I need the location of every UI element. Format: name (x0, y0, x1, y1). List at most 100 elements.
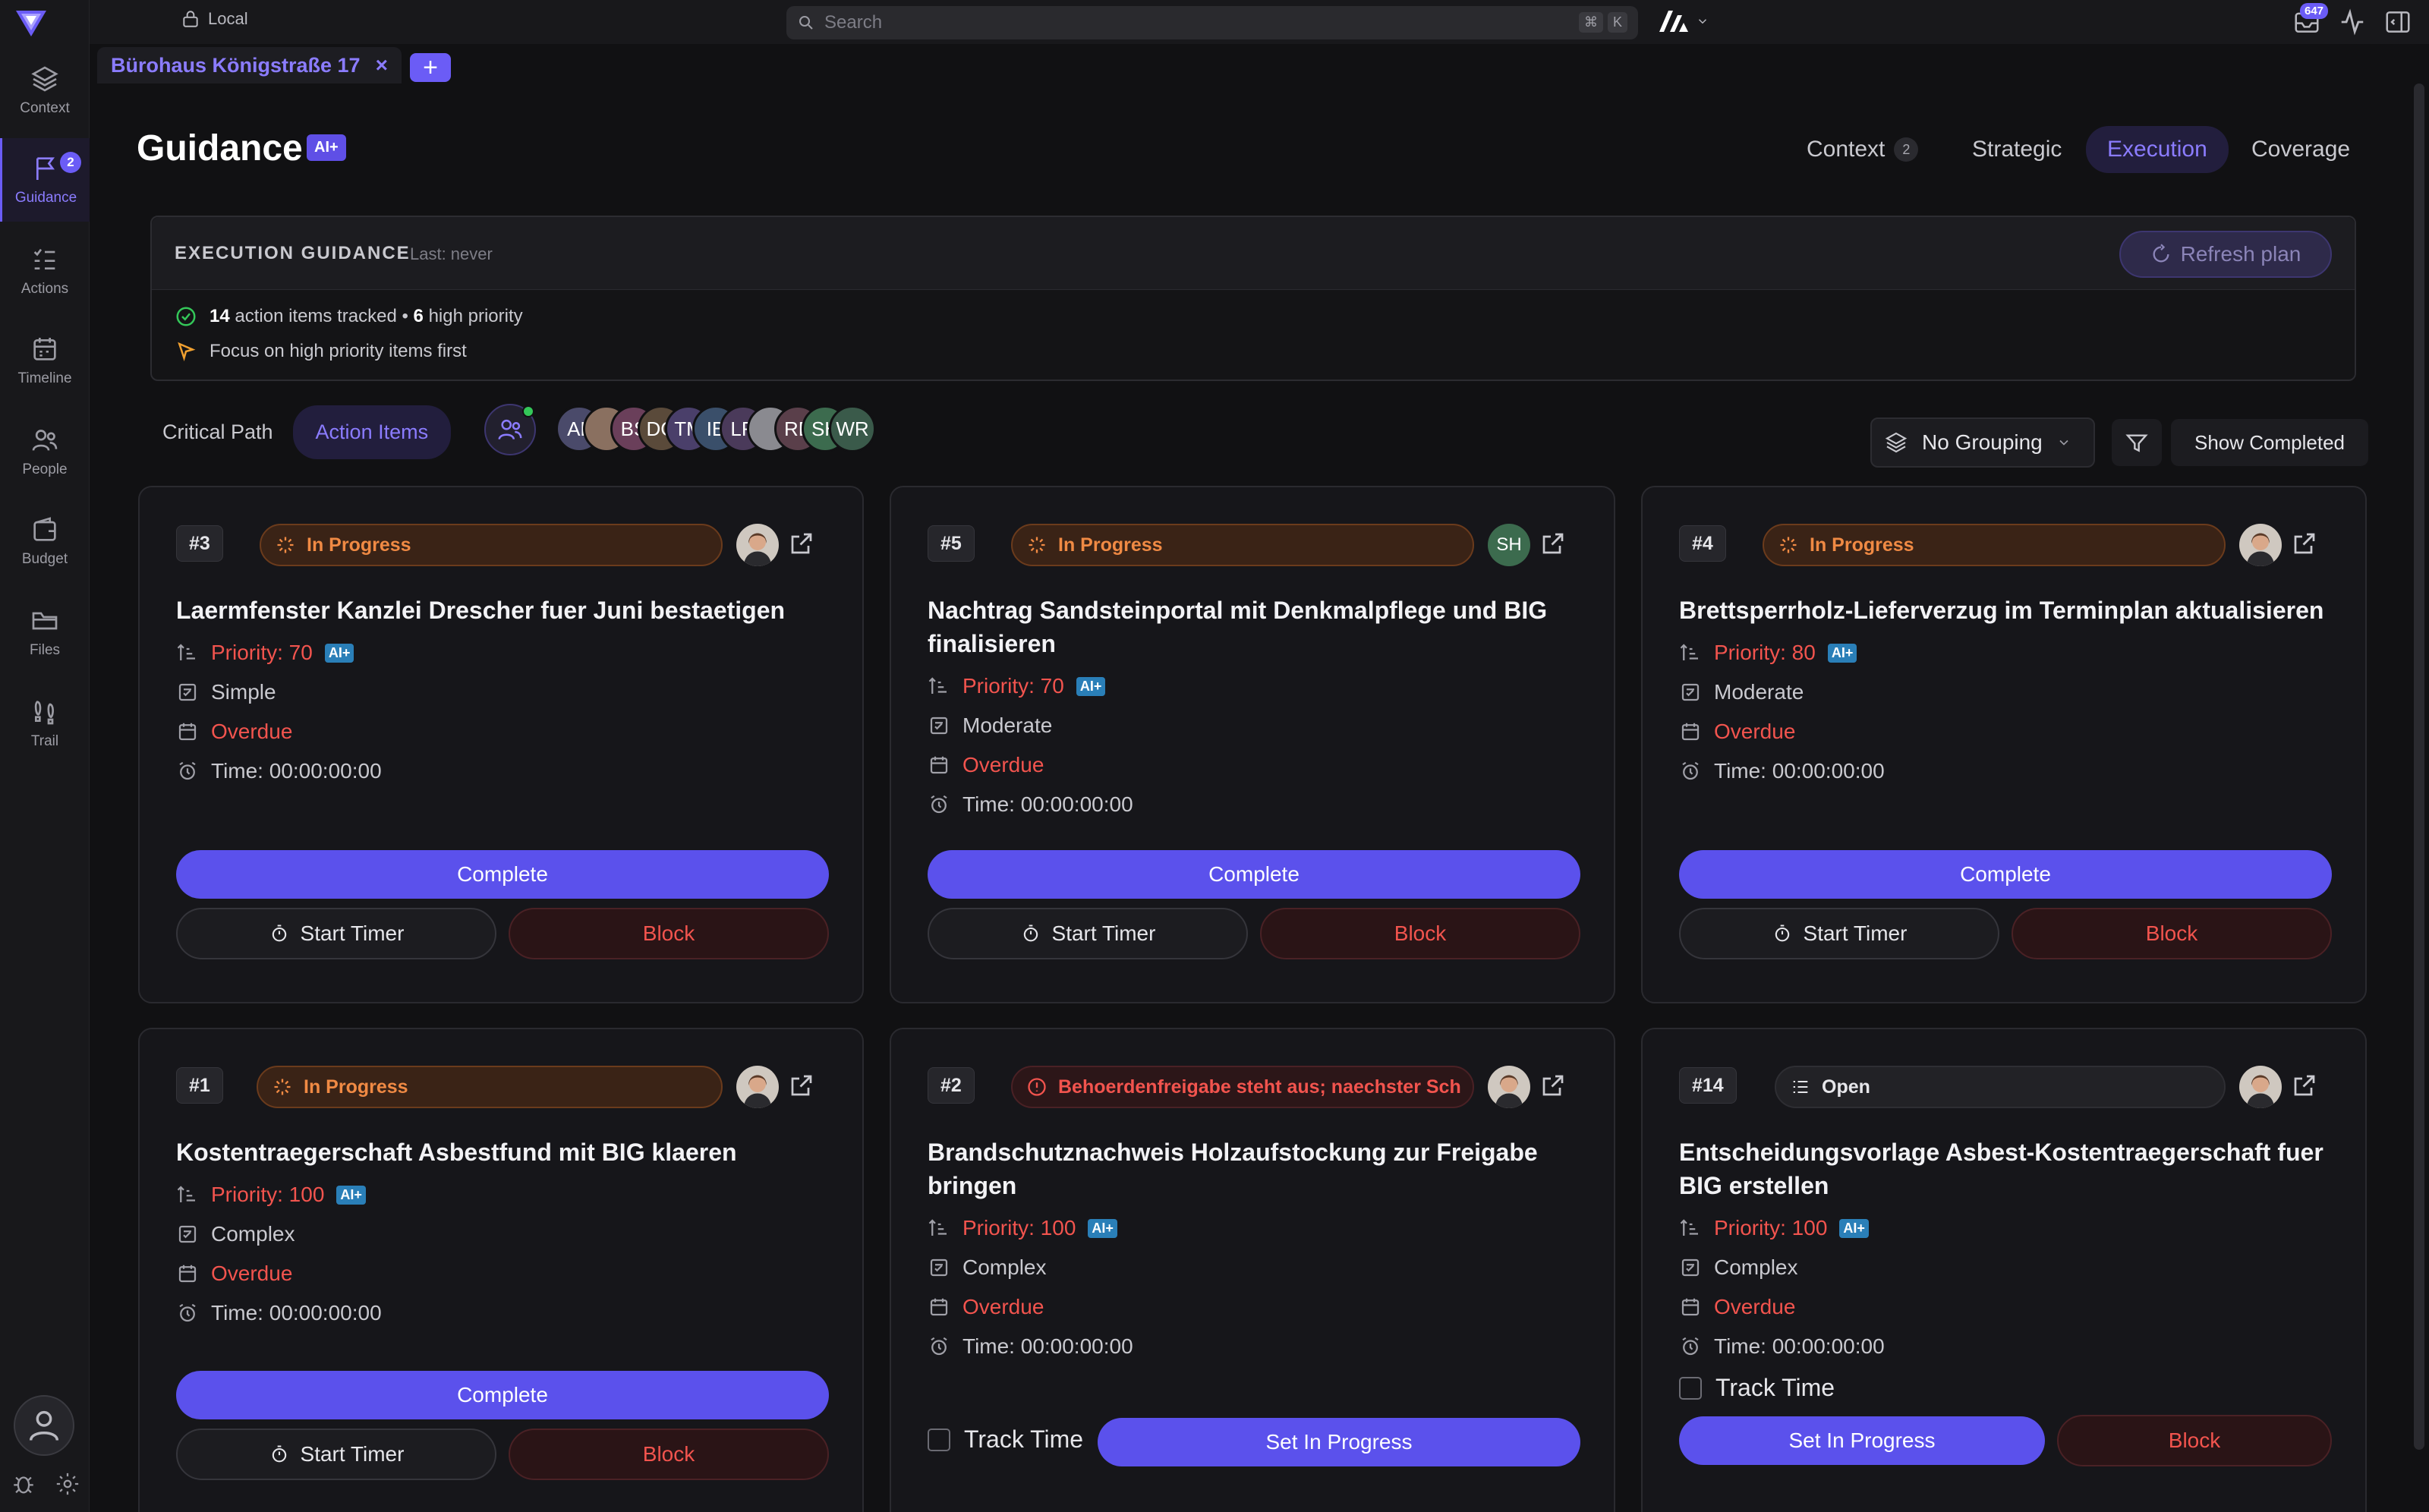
due-row: Overdue (1679, 720, 1795, 744)
assignee-avatar[interactable] (736, 1066, 779, 1108)
add-tab-button[interactable]: + (410, 53, 451, 82)
search-icon (799, 16, 813, 30)
panel-toggle-icon[interactable] (2383, 8, 2412, 36)
priority-value: Priority: 80 (1714, 641, 1816, 664)
tab-strategic[interactable]: Strategic (1972, 126, 2062, 173)
status-badge[interactable]: In Progress (257, 1066, 723, 1108)
due-value: Overdue (211, 1262, 293, 1285)
action-items-toggle[interactable]: Action Items (292, 405, 452, 459)
assignee-avatar[interactable] (736, 524, 779, 566)
grouping-select[interactable]: No Grouping (1870, 417, 2095, 468)
track-time-toggle[interactable]: Track Time (1679, 1374, 1835, 1402)
start-timer-button[interactable]: Start Timer (1679, 908, 1999, 959)
block-button[interactable]: Block (2057, 1415, 2332, 1466)
sidebar-item-timeline[interactable]: Timeline (0, 319, 90, 402)
activity-icon[interactable] (2338, 8, 2367, 36)
block-button[interactable]: Block (2012, 908, 2332, 959)
sidebar-item-guidance[interactable]: Guidance 2 (0, 138, 90, 222)
guidance-last-updated: Last: never (410, 244, 493, 263)
status-label: In Progress (1810, 534, 1914, 556)
track-time-toggle[interactable]: Track Time (928, 1425, 1083, 1454)
external-link-icon[interactable] (1539, 1072, 1567, 1099)
status-badge[interactable]: Behoerdenfreigabe steht aus; naechster S… (1011, 1066, 1474, 1108)
guidance-header: EXECUTION GUIDANCE Last: never Refresh p… (152, 217, 2355, 290)
bug-icon[interactable] (11, 1471, 36, 1497)
set-in-progress-button[interactable]: Set In Progress (1679, 1416, 2045, 1465)
tab-execution[interactable]: Execution (2086, 126, 2229, 173)
complexity-icon (178, 1225, 197, 1243)
sidebar-item-actions[interactable]: Actions (0, 229, 90, 313)
external-link-icon[interactable] (2291, 530, 2318, 557)
track-time-label: Track Time (964, 1425, 1084, 1453)
focus-hint: Focus on high priority items first (175, 340, 467, 363)
start-timer-button[interactable]: Start Timer (928, 908, 1248, 959)
assignee-avatar[interactable] (1488, 1066, 1530, 1108)
complete-button[interactable]: Complete (928, 850, 1580, 899)
status-badge[interactable]: In Progress (1763, 524, 2226, 566)
show-completed-button[interactable]: Show Completed (2171, 419, 2368, 466)
start-timer-button[interactable]: Start Timer (176, 1429, 496, 1480)
sidebar-item-budget[interactable]: Budget (0, 499, 90, 583)
track-time-checkbox[interactable] (928, 1428, 950, 1451)
complete-button[interactable]: Complete (176, 850, 829, 899)
notification-badge: 647 (2300, 3, 2329, 19)
external-link-icon[interactable] (788, 530, 815, 557)
app-logo-icon[interactable] (14, 6, 49, 41)
tab-coverage[interactable]: Coverage (2251, 126, 2350, 173)
tab-project[interactable]: Bürohaus Königstraße 17 × (97, 47, 402, 83)
status-badge[interactable]: In Progress (1011, 524, 1474, 566)
card-title[interactable]: Entscheidungsvorlage Asbest-Kostentraege… (1679, 1136, 2332, 1202)
assignee-avatar[interactable] (2239, 524, 2282, 566)
block-button[interactable]: Block (509, 1429, 829, 1480)
card-title[interactable]: Brandschutznachweis Holzaufstockung zur … (928, 1136, 1580, 1202)
assignee-avatar[interactable] (2239, 1066, 2282, 1108)
sidebar-item-people[interactable]: People (0, 410, 90, 493)
time-row: Time: 00:00:00:00 (176, 759, 382, 783)
block-button[interactable]: Block (509, 908, 829, 959)
scrollbar[interactable] (2414, 83, 2424, 1450)
alarm-clock-icon (179, 761, 196, 780)
external-link-icon[interactable] (1539, 530, 1567, 557)
user-avatar[interactable] (14, 1395, 74, 1456)
card-title[interactable]: Kostentraegerschaft Asbestfund mit BIG k… (176, 1136, 829, 1169)
card-title[interactable]: Brettsperrholz-Lieferverzug im Terminpla… (1679, 594, 2332, 627)
critical-path-toggle[interactable]: Critical Path (149, 421, 287, 444)
close-icon[interactable]: × (376, 53, 388, 77)
workspace-selector[interactable]: Local (181, 9, 248, 29)
track-time-checkbox[interactable] (1679, 1376, 1702, 1400)
ai-badge: AI+ (336, 1185, 366, 1205)
refresh-plan-button[interactable]: Refresh plan (2119, 231, 2332, 278)
complete-button[interactable]: Complete (1679, 850, 2332, 899)
external-link-icon[interactable] (2291, 1072, 2318, 1099)
search-input[interactable]: Search ⌘ K (786, 6, 1638, 39)
status-badge[interactable]: In Progress (260, 524, 723, 566)
priority-row: Priority: 100 AI+ (928, 1216, 1117, 1240)
tab-label: Bürohaus Königstraße 17 (111, 53, 361, 77)
sidebar: Context Guidance 2 Actions Timeline Peop… (0, 0, 90, 1512)
brand-menu[interactable] (1658, 9, 1709, 33)
action-card: #2 Behoerdenfreigabe steht aus; naechste… (890, 1028, 1615, 1512)
team-member-avatar[interactable]: WR (829, 405, 876, 452)
block-button[interactable]: Block (1260, 908, 1580, 959)
refresh-plan-label: Refresh plan (2180, 242, 2301, 266)
sidebar-item-context[interactable]: Context (0, 49, 90, 132)
sidebar-item-trail[interactable]: Trail (0, 682, 90, 765)
complete-button[interactable]: Complete (176, 1371, 829, 1419)
card-title[interactable]: Nachtrag Sandsteinportal mit Denkmalpfle… (928, 594, 1580, 660)
folder-icon (32, 612, 58, 630)
set-in-progress-button[interactable]: Set In Progress (1098, 1418, 1580, 1466)
priority-icon (1680, 644, 1698, 660)
start-timer-button[interactable]: Start Timer (176, 908, 496, 959)
tab-context[interactable]: Context 2 (1807, 126, 1919, 173)
assignee-avatar[interactable]: SH (1488, 524, 1530, 566)
avatar-photo (736, 1066, 779, 1108)
external-link-icon[interactable] (788, 1072, 815, 1099)
complexity-value: Complex (211, 1222, 295, 1246)
filter-button[interactable] (2112, 419, 2162, 466)
settings-gear-icon[interactable] (55, 1471, 80, 1497)
status-badge[interactable]: Open (1775, 1066, 2226, 1108)
due-row: Overdue (928, 1295, 1044, 1319)
card-title[interactable]: Laermfenster Kanzlei Drescher fuer Juni … (176, 594, 829, 627)
sidebar-item-files[interactable]: Files (0, 591, 90, 674)
sidebar-item-label: People (22, 461, 68, 477)
